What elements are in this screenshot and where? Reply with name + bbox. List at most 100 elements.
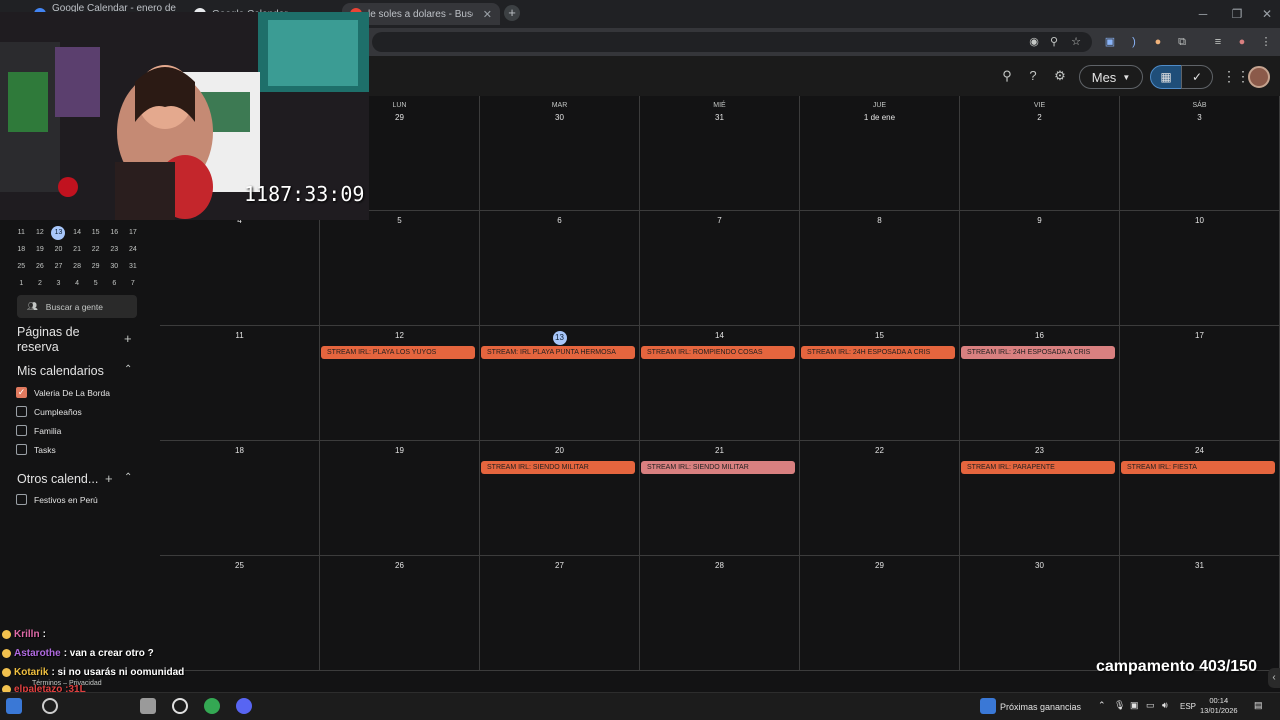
day-cell[interactable]: 17 xyxy=(1120,326,1280,441)
day-number[interactable]: 8 xyxy=(800,216,959,225)
close-tab-icon[interactable]: ✕ xyxy=(483,8,492,21)
account-avatar[interactable] xyxy=(1248,66,1270,88)
address-bar[interactable] xyxy=(372,32,1092,52)
event-chip[interactable]: STREAM IRL: ROMPIENDO COSAS xyxy=(641,346,795,359)
mini-calendar-day[interactable]: 24 xyxy=(124,241,143,258)
mini-calendar-day[interactable]: 28 xyxy=(68,258,87,275)
mini-calendar-day[interactable]: 3 xyxy=(49,275,68,292)
mini-calendar-day[interactable]: 25 xyxy=(12,258,31,275)
day-cell[interactable]: 20 xyxy=(480,441,640,556)
day-number[interactable]: 15 xyxy=(800,331,959,340)
day-cell[interactable]: 14 xyxy=(640,326,800,441)
day-number[interactable]: 14 xyxy=(640,331,799,340)
day-number[interactable]: 30 xyxy=(960,561,1119,570)
calendar-checkbox[interactable] xyxy=(16,444,27,455)
day-number[interactable]: 31 xyxy=(1120,561,1279,570)
calendar-checkbox[interactable] xyxy=(16,494,27,505)
mini-calendar-day[interactable]: 31 xyxy=(124,258,143,275)
mini-calendar-day[interactable]: 13 xyxy=(49,224,68,241)
day-cell[interactable]: 29 xyxy=(800,556,960,671)
day-number[interactable]: 1 de ene xyxy=(800,113,959,122)
day-number[interactable]: 9 xyxy=(960,216,1119,225)
calendar-list-item[interactable]: Festivos en Perú xyxy=(16,494,98,505)
search-people-input[interactable]: 👥︎ Buscar a gente xyxy=(17,295,137,318)
mini-calendar-day[interactable]: 14 xyxy=(68,224,87,241)
mini-calendar-day[interactable]: 18 xyxy=(12,241,31,258)
other-calendars-title[interactable]: Otros calend... xyxy=(17,472,98,486)
windows-start-icon[interactable] xyxy=(6,698,22,714)
extensions-puzzle-icon[interactable]: ⧉ xyxy=(1174,34,1190,50)
tray-app-icon[interactable]: ▣ xyxy=(1130,700,1139,711)
mini-calendar-day[interactable]: 11 xyxy=(12,224,31,241)
day-cell[interactable]: 5 xyxy=(320,211,480,326)
mini-calendar-day[interactable]: 6 xyxy=(105,275,124,292)
day-cell[interactable]: 4 xyxy=(160,211,320,326)
app-taskbar-icon[interactable] xyxy=(140,698,156,714)
calendar-list-item[interactable]: Tasks xyxy=(16,444,56,455)
volume-icon[interactable]: 🔊︎ xyxy=(1162,700,1168,711)
chevron-up-icon[interactable]: ⌃ xyxy=(124,364,132,375)
day-cell[interactable]: 31 xyxy=(1120,556,1280,671)
day-cell[interactable]: MIÉ 31 xyxy=(640,96,800,211)
terms-privacy-link[interactable]: Términos – Privacidad xyxy=(32,680,102,687)
help-icon[interactable]: ? xyxy=(1024,67,1042,85)
close-window-icon[interactable]: ✕ xyxy=(1250,0,1280,28)
mini-calendar-day[interactable]: 7 xyxy=(124,275,143,292)
event-chip[interactable]: STREAM IRL: PLAYA LOS YUYOS xyxy=(321,346,475,359)
event-chip[interactable]: STREAM IRL: SIENDO MILITAR xyxy=(481,461,635,474)
day-number[interactable]: 19 xyxy=(320,446,479,455)
chevron-left-icon[interactable]: ‹ xyxy=(1268,668,1280,688)
day-cell[interactable]: 12 xyxy=(320,326,480,441)
add-icon[interactable]: + xyxy=(105,471,113,486)
calendar-checkbox[interactable] xyxy=(16,425,27,436)
day-number[interactable]: 13 xyxy=(480,331,639,345)
day-cell[interactable]: 6 xyxy=(480,211,640,326)
day-number[interactable]: 11 xyxy=(160,331,319,340)
event-chip[interactable]: STREAM IRL: PARAPENTE xyxy=(961,461,1115,474)
day-cell[interactable]: 15 xyxy=(800,326,960,441)
day-cell[interactable]: 7 xyxy=(640,211,800,326)
mini-calendar-day[interactable]: 22 xyxy=(86,241,105,258)
mini-calendar-day[interactable]: 4 xyxy=(68,275,87,292)
mini-calendar-day[interactable]: 1 xyxy=(12,275,31,292)
mini-calendar-day[interactable]: 27 xyxy=(49,258,68,275)
day-cell[interactable]: 18 xyxy=(160,441,320,556)
day-cell[interactable]: 23 xyxy=(960,441,1120,556)
mini-calendar-day[interactable]: 20 xyxy=(49,241,68,258)
translate-icon[interactable]: ▣ xyxy=(1102,34,1118,50)
day-cell[interactable]: 19 xyxy=(320,441,480,556)
notifications-icon[interactable]: ▤ xyxy=(1254,700,1263,711)
monitor-icon[interactable]: ▭ xyxy=(1146,700,1155,711)
day-cell[interactable]: 27 xyxy=(480,556,640,671)
day-cell[interactable]: 11 xyxy=(160,326,320,441)
day-cell[interactable]: 22 xyxy=(800,441,960,556)
browser-menu-icon[interactable]: ⋮ xyxy=(1258,34,1274,50)
mini-calendar-day[interactable]: 23 xyxy=(105,241,124,258)
minimize-icon[interactable]: ─ xyxy=(1186,0,1220,28)
calendar-checkbox[interactable] xyxy=(16,406,27,417)
calendar-checkbox[interactable]: ✓ xyxy=(16,387,27,398)
day-number[interactable]: 17 xyxy=(1120,331,1279,340)
day-number[interactable]: 3 xyxy=(1120,113,1279,122)
day-number[interactable]: 6 xyxy=(480,216,639,225)
mini-calendar-day[interactable]: 2 xyxy=(31,275,50,292)
calendar-list-item[interactable]: ✓ Valeria De La Borda xyxy=(16,387,110,398)
calendar-view-toggle[interactable]: ▦ xyxy=(1150,65,1182,89)
my-calendars-title[interactable]: Mis calendarios xyxy=(17,364,104,378)
day-number[interactable]: 2 xyxy=(960,113,1119,122)
calendar-list-item[interactable]: Cumpleaños xyxy=(16,406,82,417)
day-cell[interactable]: VIE 2 xyxy=(960,96,1120,211)
day-cell[interactable]: SÁB 3 xyxy=(1120,96,1280,211)
event-chip[interactable]: STREAM IRL: 24H ESPOSADA A CRIS xyxy=(801,346,955,359)
day-number[interactable]: 30 xyxy=(480,113,639,122)
day-number[interactable]: 24 xyxy=(1120,446,1279,455)
day-number[interactable]: 12 xyxy=(320,331,479,340)
day-number[interactable]: 21 xyxy=(640,446,799,455)
day-cell[interactable]: 24 xyxy=(1120,441,1280,556)
event-chip[interactable]: STREAM IRL: 24H ESPOSADA A CRIS xyxy=(961,346,1115,359)
eye-icon[interactable]: ◉ xyxy=(1026,34,1042,50)
mini-calendar-day[interactable]: 17 xyxy=(124,224,143,241)
news-widget-label[interactable]: Próximas ganancias xyxy=(1000,702,1081,712)
google-apps-icon[interactable]: ⋮⋮ xyxy=(1222,68,1250,84)
view-switcher-button[interactable]: Mes ▼ xyxy=(1079,65,1143,89)
